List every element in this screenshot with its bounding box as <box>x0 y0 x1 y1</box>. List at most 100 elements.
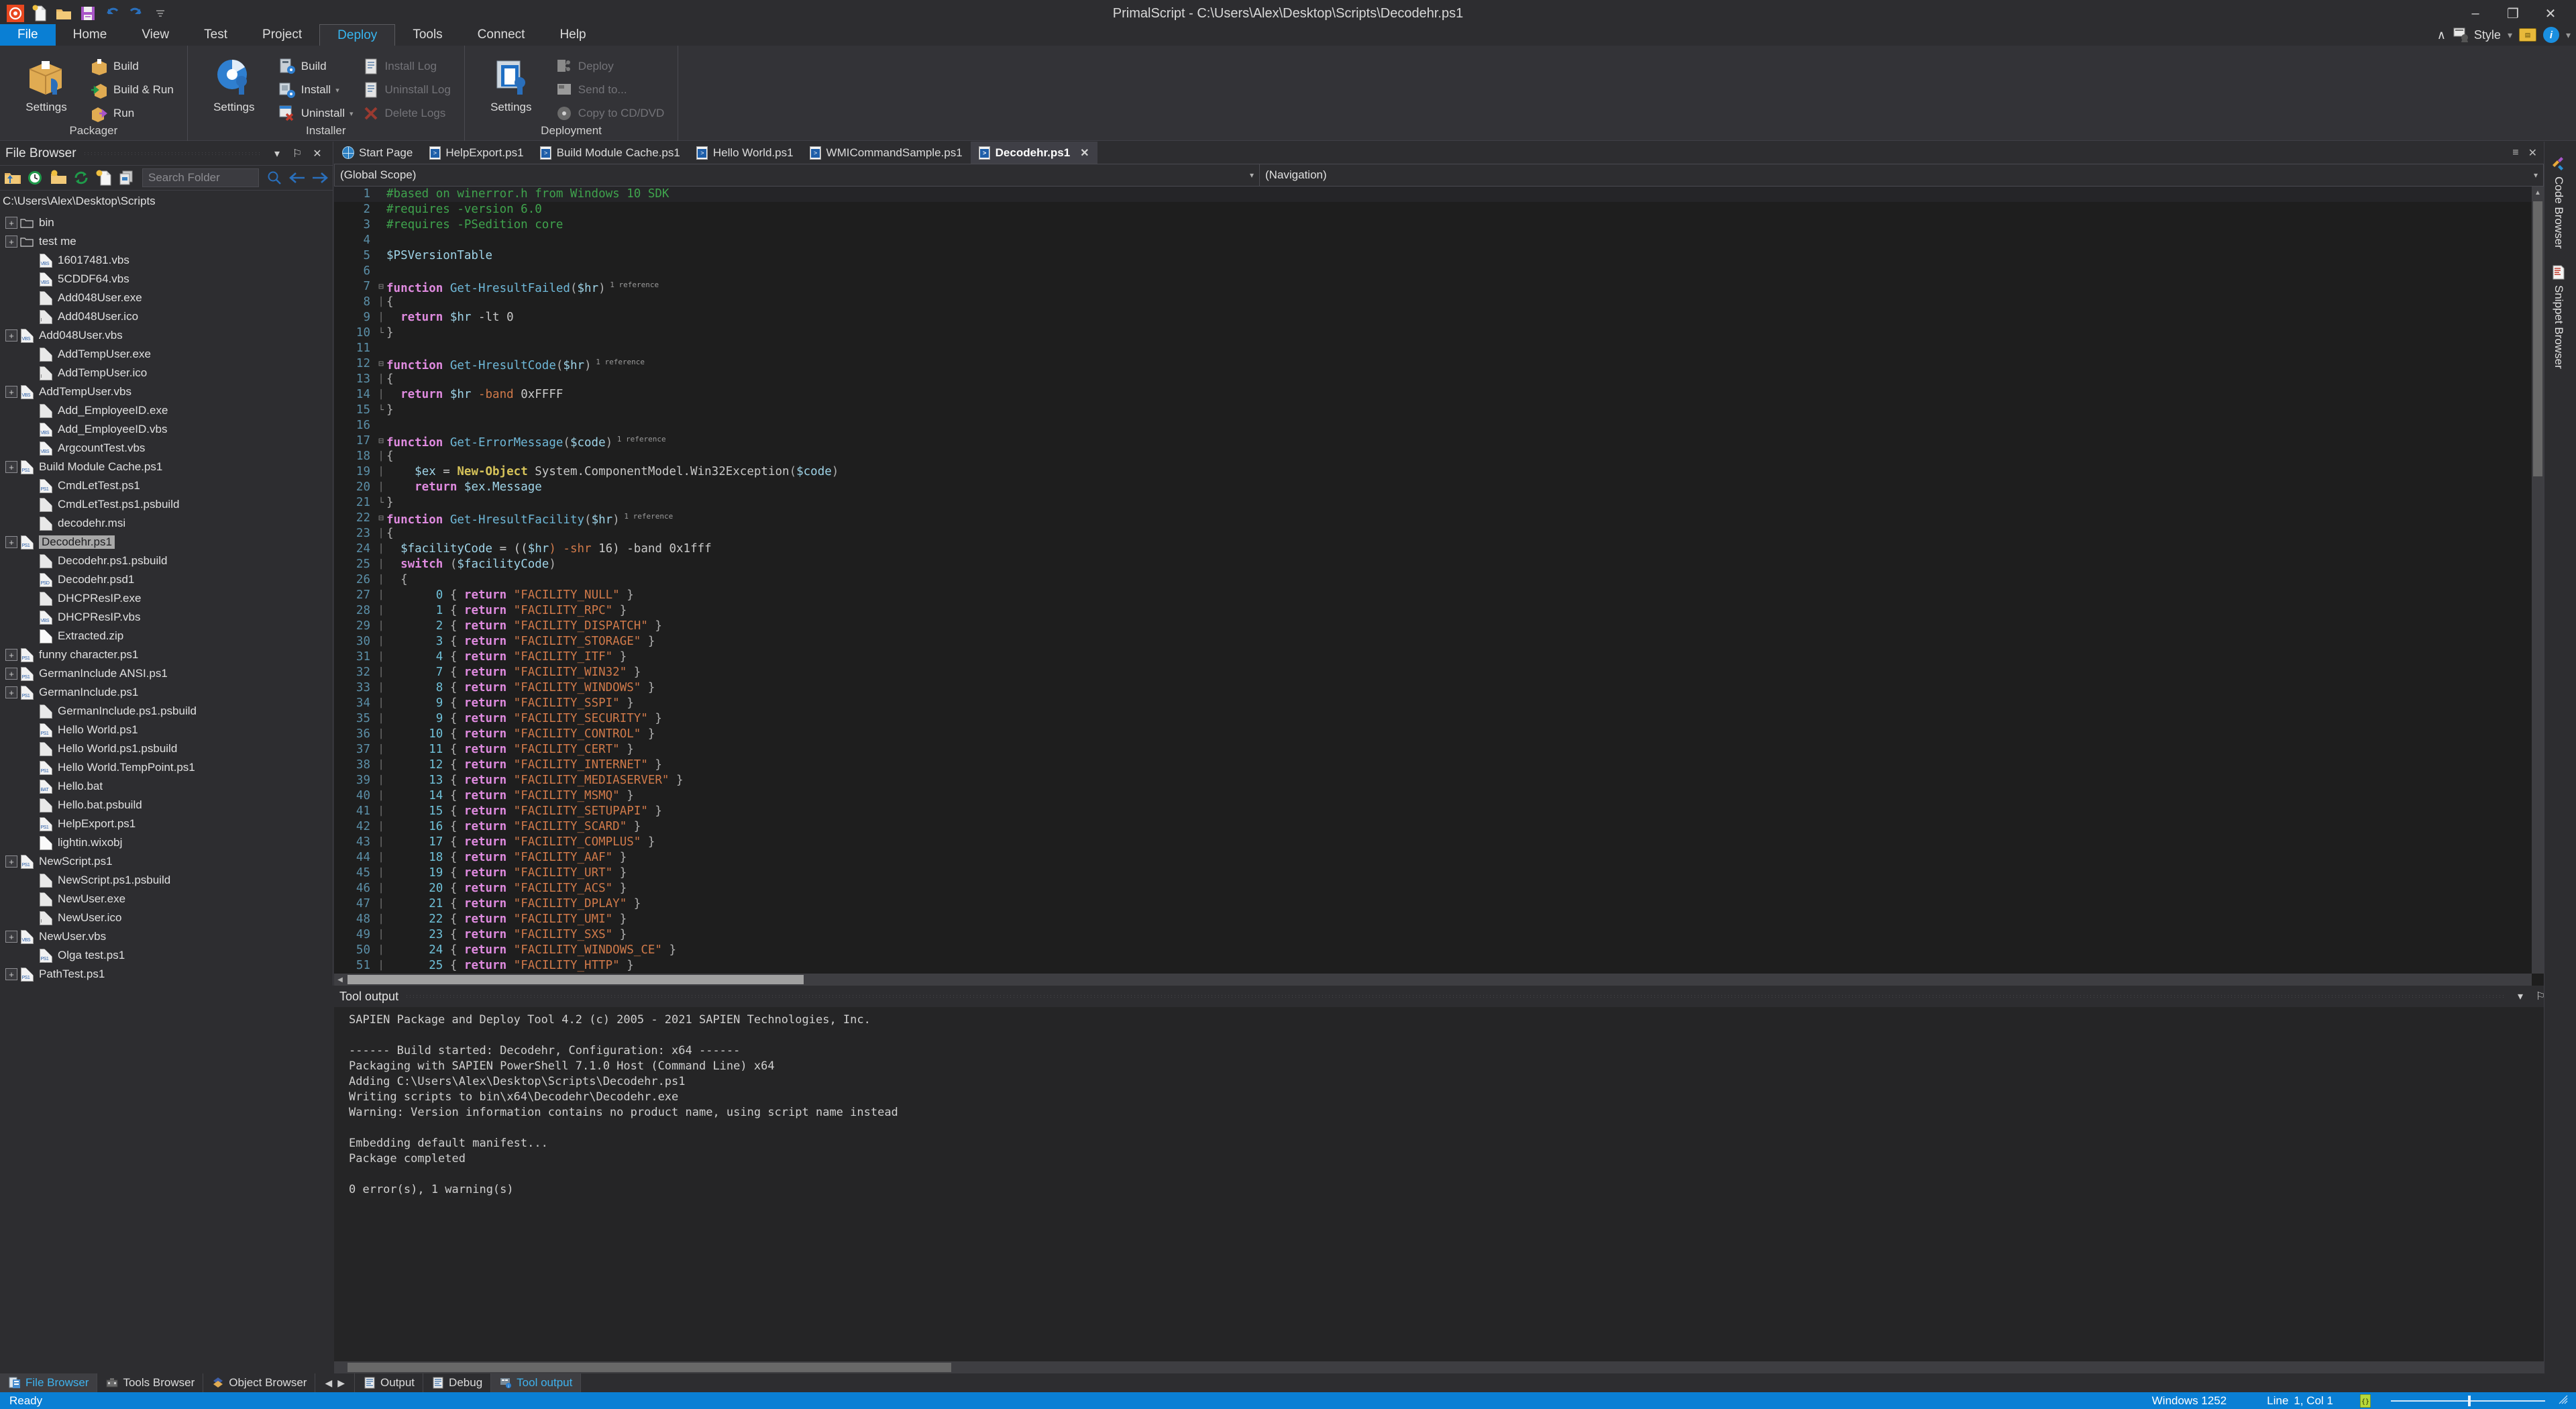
tree-item[interactable]: lightin.wixobj <box>0 833 333 852</box>
code-line[interactable]: 31 │ 4 { return "FACILITY_ITF" } <box>334 649 2532 665</box>
fold-marker[interactable]: ⊟ <box>376 511 386 526</box>
expand-toggle-icon[interactable]: + <box>5 968 17 980</box>
tree-item[interactable]: AddTempUser.exe <box>0 345 333 364</box>
code-line[interactable]: 10 └} <box>334 325 2532 341</box>
fold-marker[interactable]: │ <box>376 881 386 896</box>
editor-horizontal-scrollbar[interactable]: ◀ <box>334 974 2532 986</box>
fold-marker[interactable]: │ <box>376 788 386 804</box>
chevron-down-icon[interactable]: ▾ <box>350 109 354 118</box>
tree-item[interactable]: Hello.bat.psbuild <box>0 796 333 815</box>
code-line[interactable]: 23 │{ <box>334 526 2532 541</box>
tree-item[interactable]: CmdLetTest.ps1.psbuild <box>0 495 333 514</box>
fold-marker[interactable]: └ <box>376 403 386 418</box>
tree-item[interactable]: VBS DHCPResIP.vbs <box>0 608 333 627</box>
dock-tab-file-browser[interactable]: File Browser <box>0 1373 98 1392</box>
dock-next-icon[interactable]: ▶ <box>337 1377 345 1389</box>
code-line[interactable]: 50 │ 24 { return "FACILITY_WINDOWS_CE" } <box>334 943 2532 958</box>
tree-item[interactable]: Decodehr.ps1.psbuild <box>0 552 333 570</box>
fold-marker[interactable]: │ <box>376 449 386 464</box>
fold-marker[interactable]: │ <box>376 758 386 773</box>
resize-grip[interactable] <box>2559 1394 2576 1408</box>
code-line[interactable]: 33 │ 8 { return "FACILITY_WINDOWS" } <box>334 680 2532 696</box>
fold-marker[interactable]: │ <box>376 912 386 927</box>
tree-item[interactable]: NewScript.ps1.psbuild <box>0 871 333 890</box>
tree-item[interactable]: PathTest.ps1.psbuild <box>0 984 333 986</box>
code-line[interactable]: 12 ⊟ function Get-HresultCode($hr) 1 refer… <box>334 356 2532 372</box>
code-line[interactable]: 42 │ 16 { return "FACILITY_SCARD" } <box>334 819 2532 835</box>
chevron-down-icon[interactable]: ▾ <box>2528 170 2543 180</box>
dock-tab-tool-output[interactable]: i Tool output <box>491 1373 582 1392</box>
fold-marker[interactable]: │ <box>376 711 386 727</box>
tree-item[interactable]: I Add048User.ico <box>0 307 333 326</box>
fold-marker[interactable]: │ <box>376 387 386 403</box>
ribbon-tab-home[interactable]: Home <box>56 24 125 46</box>
fold-marker[interactable]: │ <box>376 804 386 819</box>
build-run-button[interactable]: Build & Run <box>90 80 178 100</box>
expand-toggle-icon[interactable]: + <box>5 686 17 698</box>
tree-item[interactable]: PS1 Olga test.ps1 <box>0 946 333 965</box>
close-button[interactable]: ✕ <box>2532 2 2569 25</box>
fold-marker[interactable]: │ <box>376 773 386 788</box>
code-lines[interactable]: 1 #based on winerror.h from Windows 10 SD… <box>334 187 2532 974</box>
fold-marker[interactable]: │ <box>376 526 386 541</box>
fold-marker[interactable]: │ <box>376 572 386 588</box>
info-icon[interactable]: i <box>2542 27 2559 43</box>
fold-marker[interactable]: │ <box>376 541 386 557</box>
tree-item[interactable]: decodehr.msi <box>0 514 333 533</box>
style-button[interactable]: Style <box>2453 27 2501 43</box>
code-line[interactable]: 8 │{ <box>334 295 2532 310</box>
fold-marker[interactable]: │ <box>376 634 386 649</box>
navigation-dropdown[interactable]: (Navigation) ▾ <box>1260 164 2544 187</box>
code-line[interactable]: 51 │ 25 { return "FACILITY_HTTP" } <box>334 958 2532 974</box>
code-line[interactable]: 44 │ 18 { return "FACILITY_AAF" } <box>334 850 2532 866</box>
code-line[interactable]: 47 │ 21 { return "FACILITY_DPLAY" } <box>334 896 2532 912</box>
code-line[interactable]: 32 │ 7 { return "FACILITY_WIN32" } <box>334 665 2532 680</box>
editor-vertical-scrollbar[interactable]: ▲ <box>2532 187 2544 974</box>
fold-marker[interactable]: │ <box>376 372 386 387</box>
tab-close-icon[interactable]: ✕ <box>2528 146 2537 160</box>
refresh-icon[interactable] <box>71 168 91 188</box>
fold-marker[interactable]: │ <box>376 819 386 835</box>
dock-prev-icon[interactable]: ◀ <box>325 1377 332 1389</box>
customize-qat-icon[interactable] <box>150 3 170 23</box>
editor-tab-build-module-cache-ps1[interactable]: > Build Module Cache.ps1 <box>532 142 688 164</box>
tree-item[interactable]: + PS1 PathTest.ps1 <box>0 965 333 984</box>
scope-dropdown[interactable]: (Global Scope) ▾ <box>334 164 1260 187</box>
install-button[interactable]: Install ▾ <box>278 80 358 100</box>
code-line[interactable]: 15 └} <box>334 403 2532 418</box>
chevron-down-icon[interactable]: ▾ <box>335 86 339 95</box>
editor-tab-wmicommandsample-ps1[interactable]: > WMICommandSample.ps1 <box>802 142 971 164</box>
info-caret-icon[interactable]: ▾ <box>2566 30 2571 41</box>
build-button[interactable]: Build <box>90 56 178 76</box>
dock-tab-tools-browser[interactable]: Tools Browser <box>97 1373 204 1392</box>
code-line[interactable]: 48 │ 22 { return "FACILITY_UMI" } <box>334 912 2532 927</box>
tree-item[interactable]: PS1 Hello World.ps1 <box>0 721 333 739</box>
tree-item[interactable]: VBS ArgcountTest.vbs <box>0 439 333 458</box>
fold-marker[interactable]: │ <box>376 588 386 603</box>
code-line[interactable]: 40 │ 14 { return "FACILITY_MSMQ" } <box>334 788 2532 804</box>
expand-toggle-icon[interactable]: + <box>5 536 17 548</box>
tree-item[interactable]: + test me <box>0 232 333 251</box>
ribbon-tab-connect[interactable]: Connect <box>460 24 543 46</box>
tree-item[interactable]: PSD Decodehr.psd1 <box>0 570 333 589</box>
fold-marker[interactable]: ⊟ <box>376 433 386 449</box>
code-line[interactable]: 38 │ 12 { return "FACILITY_INTERNET" } <box>334 758 2532 773</box>
fold-marker[interactable]: │ <box>376 480 386 495</box>
expand-toggle-icon[interactable]: + <box>5 668 17 680</box>
code-line[interactable]: 7 ⊟ function Get-HresultFailed($hr) 1 refe… <box>334 279 2532 295</box>
redo-icon[interactable] <box>126 3 146 23</box>
code-line[interactable]: 43 │ 17 { return "FACILITY_COMPLUS" } <box>334 835 2532 850</box>
dock-tab-debug[interactable]: Debug <box>423 1373 492 1392</box>
scroll-thumb-h[interactable] <box>347 1363 951 1372</box>
code-line[interactable]: 41 │ 15 { return "FACILITY_SETUPAPI" } <box>334 804 2532 819</box>
code-line[interactable]: 2 #requires -version 6.0 <box>334 202 2532 217</box>
editor-tab-hello-world-ps1[interactable]: > Hello World.ps1 <box>688 142 802 164</box>
code-line[interactable]: 37 │ 11 { return "FACILITY_CERT" } <box>334 742 2532 758</box>
fold-marker[interactable]: │ <box>376 943 386 958</box>
code-line[interactable]: 9 │ return $hr -lt 0 <box>334 310 2532 325</box>
tree-item[interactable]: NewUser.exe <box>0 890 333 908</box>
code-line[interactable]: 25 │ switch ($facilityCode) <box>334 557 2532 572</box>
fold-marker[interactable]: │ <box>376 850 386 866</box>
ribbon-tab-project[interactable]: Project <box>245 24 319 46</box>
tree-item[interactable]: + PS1 Decodehr.ps1 <box>0 533 333 552</box>
